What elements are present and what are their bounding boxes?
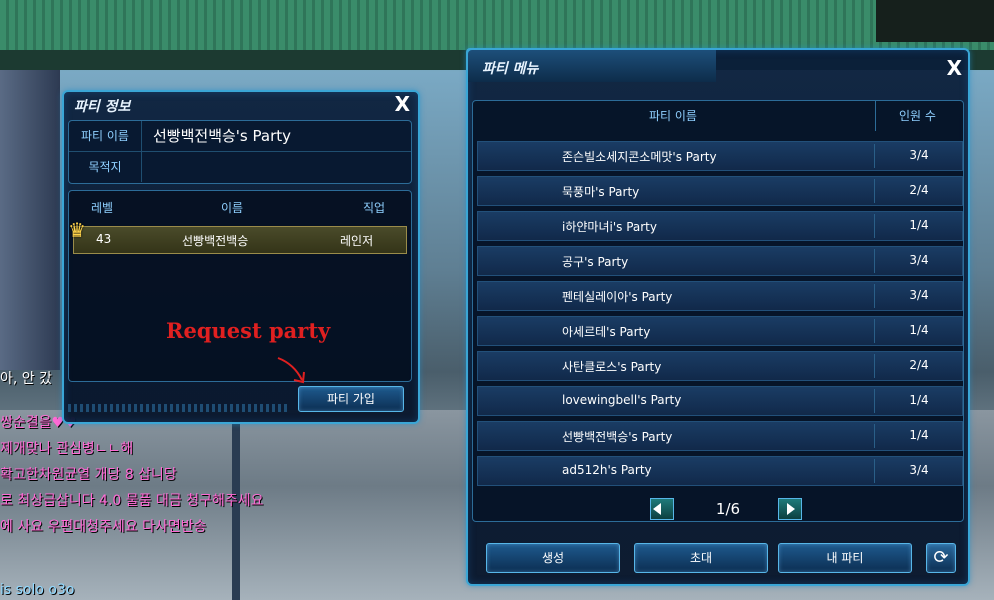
party-name-value: 선빵백전백승's Party [153,127,291,145]
party-row[interactable]: 선빵백전백승's Party 1/4 [477,421,963,451]
party-row[interactable]: 아세르테's Party 1/4 [477,316,963,346]
party-row-name: 선빵백전백승's Party [562,430,673,444]
background-train [0,70,60,370]
party-row[interactable]: 공구's Party 3/4 [477,246,963,276]
row-divider [874,214,875,238]
column-level: 레벨 [91,201,114,215]
party-list: 파티 이름 인원 수 존슨빌소세지콘소메맛's Party 3/4 묵풍마's P… [472,100,964,522]
member-level: 43 [96,232,112,246]
party-row[interactable]: 사탄클로스's Party 2/4 [477,351,963,381]
background-roof [0,0,994,50]
member-job: 레인저 [340,234,374,248]
party-row-name: 공구's Party [562,255,629,269]
invite-button[interactable]: 초대 [634,543,768,573]
row-divider [874,144,875,168]
party-row-count: 3/4 [909,253,929,267]
party-row-name: 존슨빌소세지콘소메맛's Party [562,150,717,164]
party-name-row: 파티 이름 선빵백전백승's Party [69,121,411,152]
destination-label: 목적지 [69,152,142,182]
party-row-name: i하얀마녀i's Party [562,220,657,234]
party-info-fields: 파티 이름 선빵백전백승's Party 목적지 [68,120,412,184]
party-info-title: 파티 정보 [74,99,131,115]
party-row-count: 1/4 [909,393,929,407]
party-info-window: 파티 정보 X 파티 이름 선빵백전백승's Party 목적지 레벨 이름 직… [62,90,420,424]
member-row[interactable]: ♛ 43 선빵백전백승 레인저 [68,218,407,254]
party-row-count: 1/4 [909,323,929,337]
annotation-arrow-icon [277,357,305,384]
column-job: 직업 [363,201,386,215]
request-party-annotation: Request party [166,318,331,343]
party-row-name: 펜테실레이아's Party [562,290,673,304]
party-row[interactable]: 묵풍마's Party 2/4 [477,176,963,206]
decorative-stripe [68,404,288,412]
party-row[interactable]: lovewingbell's Party 1/4 [477,386,963,416]
row-divider [874,389,875,413]
party-row-count: 1/4 [909,218,929,232]
chat-line: 확고한차원균열 개당 8 삽니당 [0,467,177,483]
join-party-button[interactable]: 파티 가입 [298,386,404,412]
party-row-count: 2/4 [909,183,929,197]
party-row[interactable]: 펜테실레이아's Party 3/4 [477,281,963,311]
row-divider [874,249,875,273]
party-row-count: 2/4 [909,358,929,372]
page-indicator: 1/6 [715,500,741,518]
refresh-icon[interactable]: ⟳ [926,543,956,573]
party-row-name: 묵풍마's Party [562,185,640,199]
party-row-count: 3/4 [909,463,929,477]
party-menu-window: 파티 메뉴 X 파티 이름 인원 수 존슨빌소세지콘소메맛's Party 3/4… [466,48,970,586]
prev-page-button[interactable] [650,498,674,520]
chat-line: is solo o3o [0,582,75,598]
background-pole [232,420,240,600]
my-party-button[interactable]: 내 파티 [778,543,912,573]
column-party-name: 파티 이름 [649,109,697,123]
party-row-count: 3/4 [909,148,929,162]
party-row-count: 3/4 [909,288,929,302]
row-divider [874,284,875,308]
chat-line: 제개맞나 관심병ㄴㄴ해 [0,441,134,457]
destination-row: 목적지 [69,152,411,182]
header-divider [875,101,876,131]
chat-line: 아, 안 갔 [0,371,52,387]
chat-line: 에 사요 우편대청주세요 다사면반송 [0,519,207,535]
party-row[interactable]: ad512h's Party 3/4 [477,456,963,486]
party-row[interactable]: i하얀마녀i's Party 1/4 [477,211,963,241]
party-name-label: 파티 이름 [69,121,142,151]
column-name: 이름 [221,201,244,215]
row-divider [874,179,875,203]
row-divider [874,459,875,483]
next-page-button[interactable] [778,498,802,520]
row-divider [874,319,875,343]
row-divider [874,354,875,378]
party-row-name: lovewingbell's Party [562,393,682,407]
party-row-name: 아세르테's Party [562,325,651,339]
member-list: 레벨 이름 직업 ♛ 43 선빵백전백승 레인저 [68,190,412,382]
chat-line: 로 최상급삽니다 4.0 물품 대금 청구해주세요 [0,493,264,509]
party-row-count: 1/4 [909,428,929,442]
party-row-name: ad512h's Party [562,463,652,477]
party-menu-title: 파티 메뉴 [482,61,539,77]
leader-crown-icon: ♛ [68,218,86,242]
create-party-button[interactable]: 생성 [486,543,620,573]
row-divider [874,424,875,448]
party-info-close-button[interactable]: X [395,94,410,114]
column-member-count: 인원 수 [899,109,936,123]
member-name: 선빵백전백승 [182,234,249,248]
party-menu-close-button[interactable]: X [947,58,962,78]
background-signal [876,0,994,42]
party-row[interactable]: 존슨빌소세지콘소메맛's Party 3/4 [477,141,963,171]
party-row-name: 사탄클로스's Party [562,360,662,374]
